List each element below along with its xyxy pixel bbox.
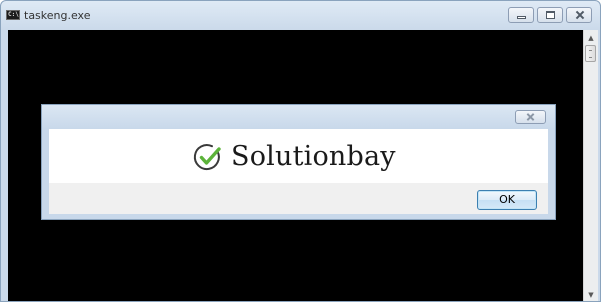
maximize-button[interactable] [537,7,563,23]
console-titlebar[interactable]: C:\ taskeng.exe [1,1,600,29]
message-text: Solutionbay [231,141,396,172]
vertical-scrollbar[interactable]: ▲ ▼ [583,30,598,301]
dialog-footer: OK [49,183,548,214]
dialog-message-area: Solutionbay [49,129,548,183]
scroll-up-arrow-icon[interactable]: ▲ [584,31,598,45]
message-row: Solutionbay [193,139,396,175]
dialog-close-button[interactable] [515,110,546,124]
ok-button[interactable]: OK [477,190,537,210]
dialog-titlebar[interactable] [42,105,555,129]
close-button[interactable] [566,7,592,23]
scroll-down-arrow-icon[interactable]: ▼ [584,288,598,301]
scroll-thumb[interactable] [585,45,596,62]
console-icon: C:\ [6,10,20,20]
check-icon [193,144,221,171]
caption-buttons [508,7,592,24]
minimize-button[interactable] [508,7,534,23]
window-title: taskeng.exe [24,9,91,22]
message-dialog: Solutionbay OK [41,104,556,220]
